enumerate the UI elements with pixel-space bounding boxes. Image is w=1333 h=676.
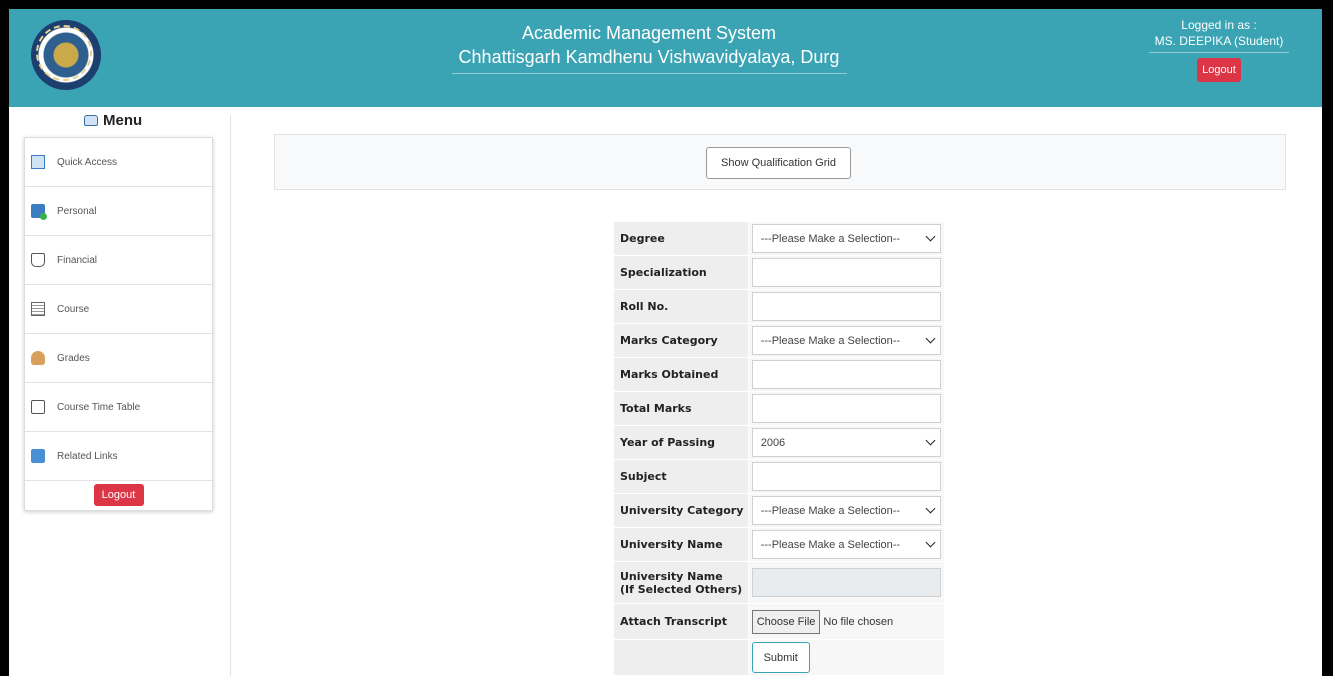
total-marks-label: Total Marks — [613, 391, 749, 426]
login-info: Logged in as : MS. DEEPIKA (Student) Log… — [1139, 17, 1299, 82]
login-divider — [1149, 52, 1289, 53]
menu-label: Menu — [103, 112, 143, 129]
page-frame: Academic Management System Chhattisgarh … — [9, 9, 1322, 676]
sidebar-item-label: Financial — [57, 254, 98, 266]
university-category-value: ---Please Make a Selection-- — [760, 504, 901, 517]
sidebar-item-course-time-table[interactable]: Course Time Table — [25, 383, 212, 432]
sidebar-item-quick-access[interactable]: Quick Access — [25, 138, 212, 187]
sidebar-item-grades[interactable]: Grades — [25, 334, 212, 383]
sidebar-item-course[interactable]: Course — [25, 285, 212, 334]
sidebar-item-financial[interactable]: Financial — [25, 236, 212, 285]
app-title: Academic Management System Chhattisgarh … — [409, 21, 889, 74]
submit-button[interactable]: Submit — [751, 642, 810, 673]
sidebar-item-label: Course Time Table — [57, 401, 141, 413]
grades-icon — [31, 351, 45, 365]
related-links-icon — [31, 449, 45, 463]
year-of-passing-label: Year of Passing — [613, 425, 749, 460]
specialization-input[interactable] — [751, 258, 941, 287]
chevron-down-icon — [925, 537, 936, 548]
app-title-line1: Academic Management System — [521, 23, 777, 43]
roll-no-label: Roll No. — [613, 289, 749, 324]
university-name-value: ---Please Make a Selection-- — [760, 538, 901, 551]
sidebar: Quick Access Personal Financial Course G… — [24, 137, 213, 511]
course-icon — [31, 302, 45, 316]
marks-category-select[interactable]: ---Please Make a Selection-- — [751, 326, 941, 355]
university-other-label: University Name (If Selected Others) — [613, 561, 749, 604]
chevron-down-icon — [925, 333, 936, 344]
home-icon — [84, 115, 98, 126]
user-name: MS. DEEPIKA (Student) — [1154, 34, 1284, 48]
university-logo — [31, 20, 101, 90]
university-other-input[interactable] — [751, 568, 941, 597]
personal-icon — [31, 204, 47, 220]
university-other-label-line2: (If Selected Others) — [620, 582, 743, 596]
sidebar-item-label: Quick Access — [57, 156, 118, 168]
chevron-down-icon — [925, 231, 936, 242]
choose-file-button[interactable]: Choose File — [751, 609, 821, 634]
university-category-select[interactable]: ---Please Make a Selection-- — [751, 496, 941, 525]
marks-obtained-label: Marks Obtained — [613, 357, 749, 392]
header-bar: Academic Management System Chhattisgarh … — [9, 9, 1322, 107]
university-name-label: University Name — [613, 527, 749, 562]
sidebar-item-label: Personal — [57, 205, 97, 217]
financial-icon — [31, 253, 45, 267]
qualification-form: Degree ---Please Make a Selection-- Spec… — [613, 221, 946, 676]
sidebar-item-related-links[interactable]: Related Links — [25, 432, 212, 481]
year-of-passing-value: 2006 — [760, 436, 786, 449]
marks-category-label: Marks Category — [613, 323, 749, 358]
sidebar-item-label: Course — [57, 303, 90, 315]
sidebar-logout-button[interactable]: Logout — [93, 484, 144, 506]
university-category-label: University Category — [613, 493, 749, 528]
chevron-down-icon — [925, 503, 936, 514]
marks-obtained-input[interactable] — [751, 360, 941, 389]
degree-select[interactable]: ---Please Make a Selection-- — [751, 224, 941, 253]
header-logout-button[interactable]: Logout — [1197, 58, 1241, 82]
transcript-file-input[interactable]: Choose File No file chosen — [751, 607, 941, 636]
content-divider — [230, 115, 231, 676]
marks-category-value: ---Please Make a Selection-- — [760, 334, 901, 347]
file-status-text: No file chosen — [823, 615, 894, 628]
degree-value: ---Please Make a Selection-- — [760, 232, 901, 245]
sidebar-item-personal[interactable]: Personal — [25, 187, 212, 236]
subject-label: Subject — [613, 459, 749, 494]
subject-input[interactable] — [751, 462, 941, 491]
submit-row-spacer — [613, 639, 749, 676]
timetable-icon — [31, 400, 45, 414]
title-divider — [451, 73, 847, 74]
sidebar-item-label: Grades — [57, 352, 90, 364]
logged-in-label: Logged in as : — [1181, 18, 1257, 32]
show-qualification-grid-button[interactable]: Show Qualification Grid — [706, 147, 851, 179]
university-name-select[interactable]: ---Please Make a Selection-- — [751, 530, 941, 559]
university-other-label-line1: University Name — [620, 569, 723, 583]
menu-title: Menu — [84, 112, 142, 129]
qualification-grid-bar: Show Qualification Grid — [274, 134, 1286, 190]
year-of-passing-select[interactable]: 2006 — [751, 428, 941, 457]
specialization-label: Specialization — [613, 255, 749, 290]
quick-access-icon — [31, 155, 45, 169]
sidebar-logout-row: Logout — [25, 481, 212, 506]
app-title-line2: Chhattisgarh Kamdhenu Vishwavidyalaya, D… — [458, 47, 840, 67]
sidebar-item-label: Related Links — [57, 450, 118, 462]
chevron-down-icon — [925, 435, 936, 446]
roll-no-input[interactable] — [751, 292, 941, 321]
total-marks-input[interactable] — [751, 394, 941, 423]
degree-label: Degree — [613, 221, 749, 256]
attach-transcript-label: Attach Transcript — [613, 603, 749, 640]
